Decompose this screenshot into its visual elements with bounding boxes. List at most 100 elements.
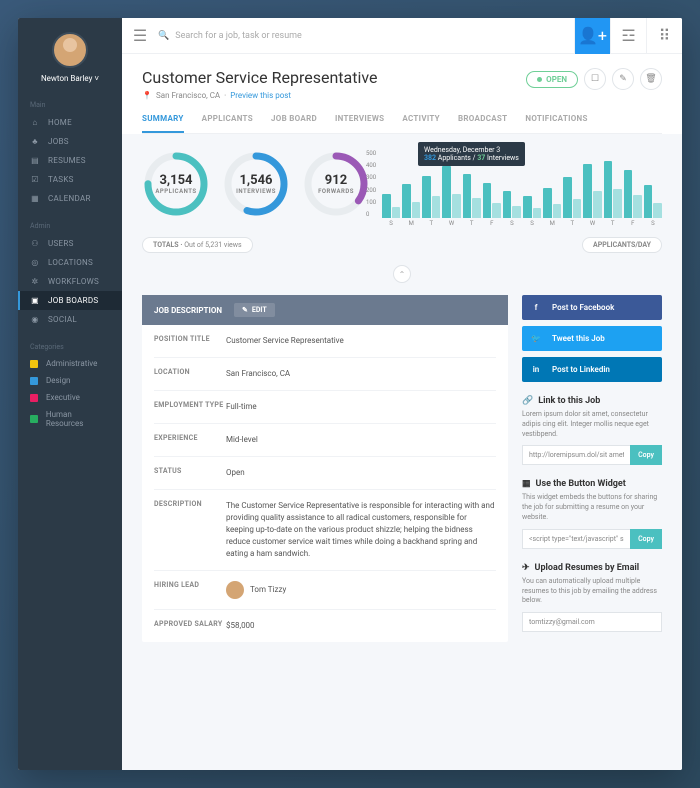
share-linkedin-button[interactable]: inPost to Linkedin: [522, 357, 662, 382]
tasks-icon: ☑: [30, 175, 40, 184]
donut-applicants: 3,154APPLICANTS: [142, 150, 210, 218]
sidebar-item-job-boards[interactable]: ▣JOB BOARDS: [18, 291, 122, 310]
locations-icon: ◎: [30, 258, 40, 267]
send-icon: ✈: [522, 563, 530, 573]
email-input[interactable]: [522, 612, 662, 632]
link-widget: 🔗Link to this Job Lorem ipsum dolor sit …: [522, 396, 662, 465]
nav-header-main: Main: [18, 95, 122, 113]
linkedin-icon: in: [530, 365, 542, 374]
job-boards-icon: ▣: [30, 296, 40, 305]
sidebar-item-calendar[interactable]: ▦CALENDAR: [18, 189, 122, 208]
grid-icon: ⠿: [659, 26, 671, 45]
share-twitter-button[interactable]: 🐦Tweet this Job: [522, 326, 662, 351]
sidebar-item-resumes[interactable]: ▤RESUMES: [18, 151, 122, 170]
bookmark-button[interactable]: ☐: [584, 68, 606, 90]
field-salary: $58,000: [226, 620, 496, 632]
twitter-icon: 🐦: [530, 334, 542, 343]
category-dot-icon: [30, 394, 38, 402]
field-location: San Francisco, CA: [226, 368, 496, 380]
chart-tooltip: Wednesday, December 3 382 Applicants / 3…: [418, 142, 525, 166]
sidebar: Newton Barley ˅ Main ⌂HOME ♣JOBS ▤RESUME…: [18, 18, 122, 770]
users-icon: ⚇: [30, 239, 40, 248]
sidebar-item-social[interactable]: ◉SOCIAL: [18, 310, 122, 329]
field-description: The Customer Service Representative is r…: [226, 500, 496, 560]
job-description-card: JOB DESCRIPTION ✎EDIT POSITION TITLECust…: [142, 295, 508, 642]
link-icon: 🔗: [522, 396, 533, 406]
trash-icon: 🗑: [645, 74, 656, 84]
widget-icon: ▦: [522, 479, 531, 489]
card-title: JOB DESCRIPTION: [154, 306, 222, 315]
category-executive[interactable]: Executive: [18, 389, 122, 406]
delete-button[interactable]: 🗑: [640, 68, 662, 90]
tab-interviews[interactable]: INTERVIEWS: [335, 106, 384, 133]
edit-button[interactable]: ✎: [612, 68, 634, 90]
widget-code-input[interactable]: [522, 529, 630, 549]
pencil-icon: ✎: [619, 74, 627, 84]
sidebar-item-home[interactable]: ⌂HOME: [18, 113, 122, 132]
search-input[interactable]: 🔍Search for a job, task or resume: [158, 31, 574, 41]
lead-avatar: [226, 581, 244, 599]
user-block: Newton Barley ˅: [18, 18, 122, 91]
tab-job-board[interactable]: JOB BOARD: [271, 106, 317, 133]
sidebar-item-workflows[interactable]: ✲WORKFLOWS: [18, 272, 122, 291]
category-human-resources[interactable]: Human Resources: [18, 406, 122, 432]
page-meta: 📍 San Francisco, CA · Preview this post: [142, 91, 377, 100]
category-dot-icon: [30, 377, 38, 385]
pencil-icon: ✎: [242, 306, 248, 314]
bar-chart: Wednesday, December 3 382 Applicants / 3…: [382, 150, 662, 227]
workflows-icon: ✲: [30, 277, 40, 286]
page-title: Customer Service Representative: [142, 68, 377, 87]
stat-donuts: 3,154APPLICANTS 1,546INTERVIEWS 912FORWA…: [142, 150, 370, 227]
category-design[interactable]: Design: [18, 372, 122, 389]
edit-description-button[interactable]: ✎EDIT: [234, 303, 275, 317]
facebook-icon: f: [530, 303, 542, 312]
chart-badge: APPLICANTS/DAY: [582, 237, 662, 253]
home-icon: ⌂: [30, 118, 40, 127]
button-widget: ▦Use the Button Widget This widget embed…: [522, 479, 662, 548]
copy-link-button[interactable]: Copy: [630, 445, 662, 465]
collapse-button[interactable]: ⌃: [393, 265, 411, 283]
field-experience: Mid-level: [226, 434, 496, 446]
sidebar-item-jobs[interactable]: ♣JOBS: [18, 132, 122, 151]
menu-toggle-icon[interactable]: ☰: [122, 26, 158, 45]
add-user-button[interactable]: 👤+: [574, 18, 610, 54]
tab-broadcast[interactable]: BROADCAST: [458, 106, 507, 133]
tab-applicants[interactable]: APPLICANTS: [202, 106, 253, 133]
tab-notifications[interactable]: NOTIFICATIONS: [525, 106, 587, 133]
link-input[interactable]: [522, 445, 630, 465]
sidebar-item-locations[interactable]: ◎LOCATIONS: [18, 253, 122, 272]
donut-forwards: 912FORWARDS: [302, 150, 370, 218]
social-icon: ◉: [30, 315, 40, 324]
tab-activity[interactable]: ACTIVITY: [402, 106, 440, 133]
list-button[interactable]: ☲: [610, 18, 646, 54]
field-status: Open: [226, 467, 496, 479]
bookmark-icon: ☐: [591, 74, 599, 84]
pin-icon: 📍: [142, 91, 152, 100]
share-facebook-button[interactable]: fPost to Facebook: [522, 295, 662, 320]
sidebar-item-users[interactable]: ⚇USERS: [18, 234, 122, 253]
status-badge[interactable]: OPEN: [526, 71, 578, 88]
category-administrative[interactable]: Administrative: [18, 355, 122, 372]
avatar[interactable]: [52, 32, 88, 68]
sidebar-item-tasks[interactable]: ☑TASKS: [18, 170, 122, 189]
field-employment-type: Full-time: [226, 401, 496, 413]
category-dot-icon: [30, 415, 38, 423]
search-icon: 🔍: [158, 31, 169, 41]
list-icon: ☲: [621, 26, 635, 45]
preview-link[interactable]: Preview this post: [230, 91, 291, 100]
apps-button[interactable]: ⠿: [646, 18, 682, 54]
field-position-title: Customer Service Representative: [226, 335, 496, 347]
copy-widget-button[interactable]: Copy: [630, 529, 662, 549]
topbar: ☰ 🔍Search for a job, task or resume 👤+ ☲…: [122, 18, 682, 54]
user-name[interactable]: Newton Barley ˅: [18, 74, 122, 83]
field-hiring-lead: Tom Tizzy: [226, 581, 496, 599]
totals-badge: TOTALS · Out of 5,231 views: [142, 237, 253, 253]
resumes-icon: ▤: [30, 156, 40, 165]
donut-interviews: 1,546INTERVIEWS: [222, 150, 290, 218]
nav-header-categories: Categories: [18, 337, 122, 355]
email-widget: ✈Upload Resumes by Email You can automat…: [522, 563, 662, 632]
tabs: SUMMARY APPLICANTS JOB BOARD INTERVIEWS …: [142, 106, 662, 134]
jobs-icon: ♣: [30, 137, 40, 146]
tab-summary[interactable]: SUMMARY: [142, 106, 184, 133]
category-dot-icon: [30, 360, 38, 368]
